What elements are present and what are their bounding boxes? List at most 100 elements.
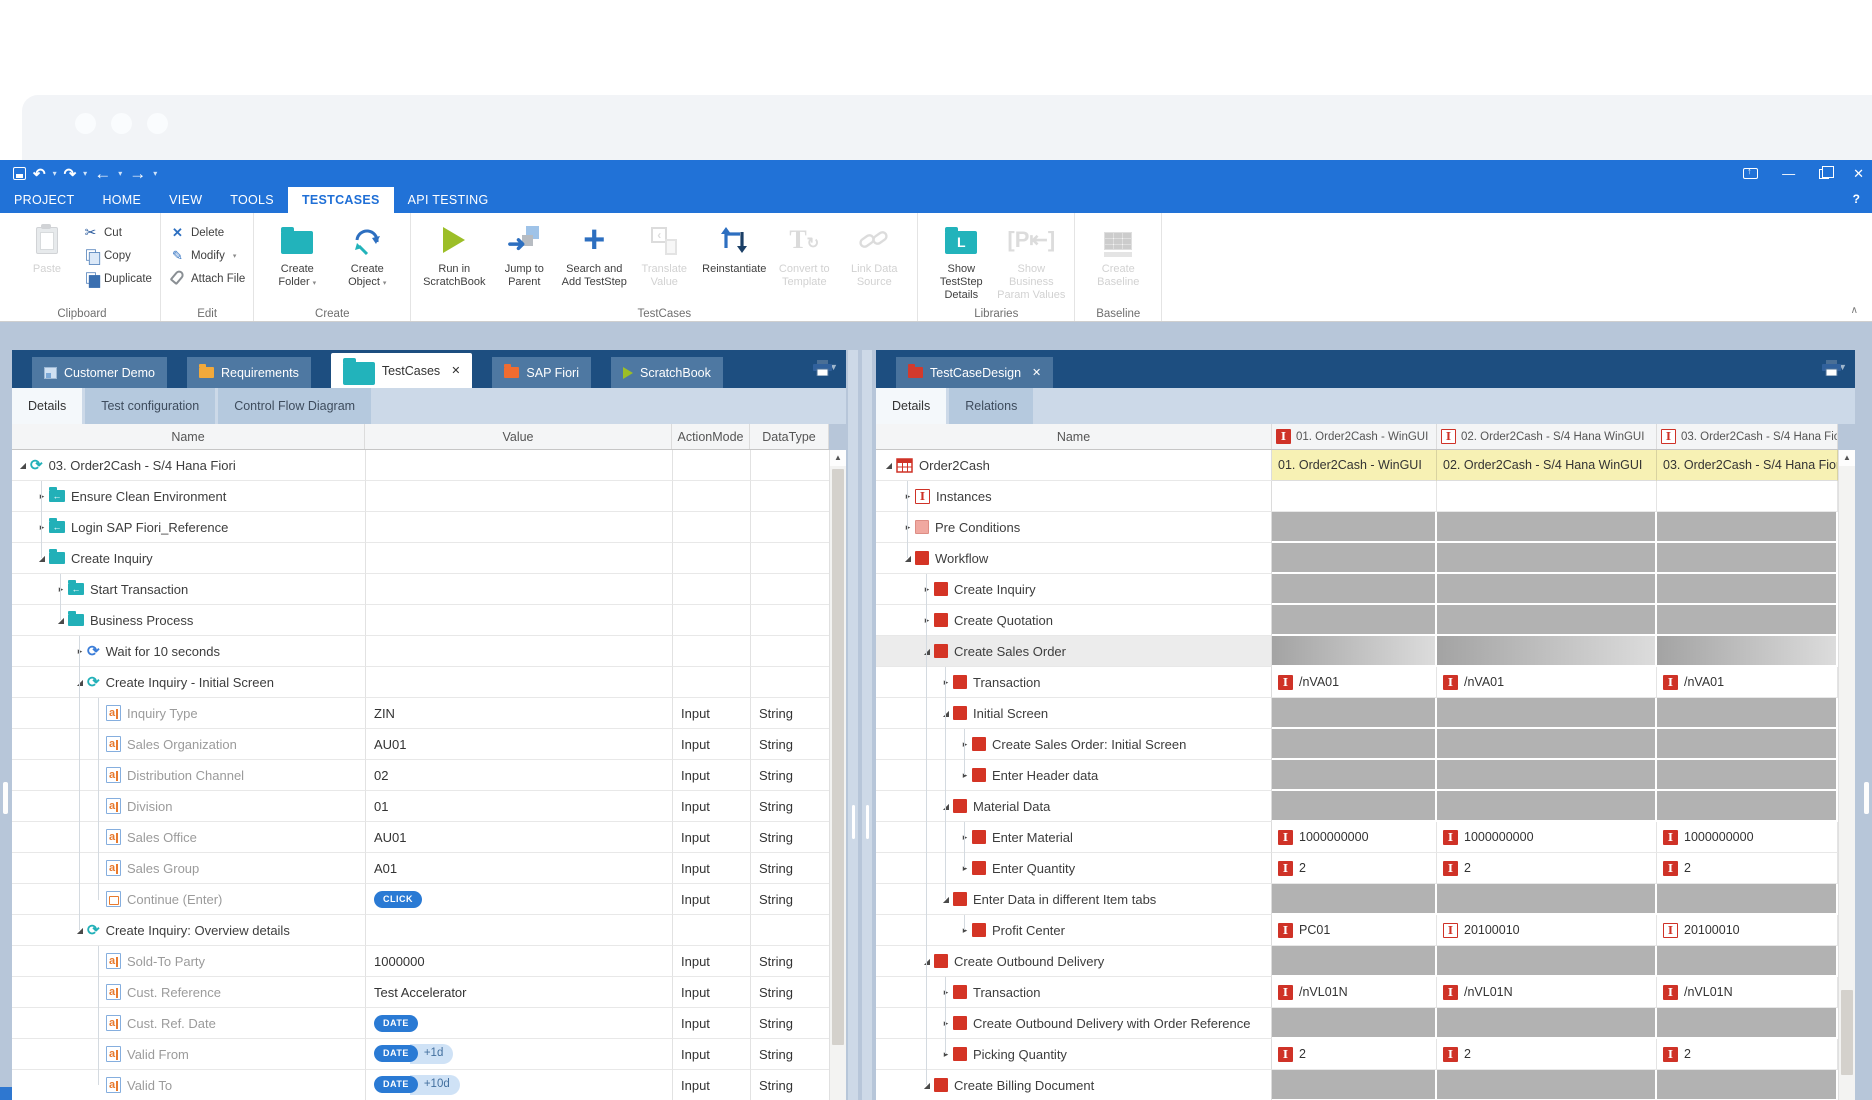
instance-column-header[interactable]: I03. Order2Cash - S/4 Hana Fiori — [1657, 424, 1838, 449]
instance-value-cell[interactable] — [1272, 1008, 1437, 1039]
testsheet-tree-row[interactable]: ▸TransactionI/nVL01NI/nVL01NI/nVL01N — [876, 977, 1838, 1008]
testsheet-tree-row[interactable]: ◢Enter Data in different Item tabs — [876, 884, 1838, 915]
instance-value-cell[interactable]: I/nVL01N — [1657, 977, 1838, 1008]
value-cell[interactable] — [365, 512, 672, 543]
instance-value-cell[interactable] — [1437, 946, 1657, 977]
expander-collapsed-icon[interactable]: ▸ — [958, 739, 972, 750]
subtab-details[interactable]: Details — [12, 388, 82, 424]
actionmode-cell[interactable]: Input — [672, 760, 750, 791]
testsheet-tree-row[interactable]: ▸Create Inquiry — [876, 574, 1838, 605]
testsheet-tree-row[interactable]: ▸Pre Conditions — [876, 512, 1838, 543]
value-cell[interactable]: DATE — [365, 1008, 672, 1039]
value-cell[interactable] — [365, 481, 672, 512]
restore-icon[interactable] — [1819, 169, 1829, 179]
instance-value-cell[interactable] — [1657, 1070, 1838, 1100]
instance-value-cell[interactable] — [1272, 946, 1437, 977]
expander-expanded-icon[interactable]: ◢ — [939, 709, 953, 718]
value-cell[interactable]: ZIN — [365, 698, 672, 729]
instance-value-cell[interactable] — [1437, 1008, 1657, 1039]
menu-tab-testcases[interactable]: TESTCASES — [288, 187, 394, 213]
document-tab-testcasedesign[interactable]: TestCaseDesign✕ — [896, 357, 1053, 388]
value-cell[interactable] — [365, 667, 672, 698]
expander-expanded-icon[interactable]: ◢ — [939, 802, 953, 811]
instance-value-cell[interactable] — [1272, 574, 1437, 605]
ribbon-button-show-business-param-values[interactable]: [P⇤]Show Business Param Values — [996, 217, 1066, 302]
expander-collapsed-icon[interactable]: ▸ — [939, 987, 953, 998]
instance-value-cell[interactable] — [1657, 574, 1838, 605]
expander-expanded-icon[interactable]: ◢ — [35, 554, 49, 563]
value-cell[interactable] — [365, 450, 672, 481]
value-cell[interactable]: 02 — [365, 760, 672, 791]
ribbon-button-link-data-source[interactable]: Link Data Source — [839, 217, 909, 289]
instance-value-cell[interactable] — [1272, 791, 1437, 822]
expander-collapsed-icon[interactable]: ▸ — [920, 615, 934, 626]
instance-value-cell[interactable]: I2 — [1657, 1039, 1838, 1070]
actionmode-cell[interactable] — [672, 481, 750, 512]
instance-value-cell[interactable] — [1657, 729, 1838, 760]
actionmode-cell[interactable] — [672, 605, 750, 636]
ribbon-button-show-teststep-details[interactable]: LShow TestStep Details — [926, 217, 996, 302]
datatype-cell[interactable]: String — [750, 853, 829, 884]
document-tab-customer-demo[interactable]: Customer Demo — [32, 357, 167, 388]
subtab-relations[interactable]: Relations — [949, 388, 1033, 424]
instance-value-cell[interactable] — [1657, 1008, 1838, 1039]
actionmode-cell[interactable] — [672, 574, 750, 605]
panel-splitter[interactable] — [846, 350, 876, 1100]
testcase-tree-row[interactable]: aValid From DATE+1d Input String — [12, 1039, 829, 1070]
instance-value-cell[interactable]: I2 — [1657, 853, 1838, 884]
instance-value-cell[interactable] — [1657, 636, 1838, 667]
expander-collapsed-icon[interactable]: ▸ — [939, 677, 953, 688]
actionmode-cell[interactable] — [672, 543, 750, 574]
expander-expanded-icon[interactable]: ◢ — [939, 895, 953, 904]
ribbon-button-copy[interactable]: Copy — [82, 246, 152, 265]
instance-value-cell[interactable] — [1437, 481, 1657, 512]
testcase-tree-row[interactable]: ▸←Ensure Clean Environment — [12, 481, 829, 512]
value-cell[interactable]: Test Accelerator — [365, 977, 672, 1008]
testsheet-tree-row[interactable]: ▸IInstances — [876, 481, 1838, 512]
instance-value-cell[interactable] — [1437, 698, 1657, 729]
expander-collapsed-icon[interactable]: ▸ — [958, 863, 972, 874]
subtab-details[interactable]: Details — [876, 388, 946, 424]
actionmode-cell[interactable]: Input — [672, 729, 750, 760]
actionmode-cell[interactable]: Input — [672, 884, 750, 915]
value-cell[interactable]: AU01 — [365, 822, 672, 853]
menu-tab-view[interactable]: VIEW — [155, 187, 216, 213]
collapse-ribbon-icon[interactable]: ∧ — [1851, 305, 1858, 316]
expander-collapsed-icon[interactable]: ▸ — [920, 584, 934, 595]
testcase-tree-row[interactable]: ▸←Login SAP Fiori_Reference — [12, 512, 829, 543]
value-cell[interactable] — [365, 915, 672, 946]
testcase-tree-row[interactable]: aDistribution Channel 02 Input String — [12, 760, 829, 791]
testcase-tree-row[interactable]: ▸⟳Wait for 10 seconds — [12, 636, 829, 667]
expander-collapsed-icon[interactable]: ▸ — [54, 584, 68, 595]
column-header-actionmode[interactable]: ActionMode — [672, 424, 750, 449]
instance-value-cell[interactable] — [1657, 605, 1838, 636]
instance-value-cell[interactable] — [1437, 636, 1657, 667]
datatype-cell[interactable] — [750, 481, 829, 512]
testsheet-tree-row[interactable]: ◢Initial Screen — [876, 698, 1838, 729]
expander-expanded-icon[interactable]: ◢ — [901, 554, 915, 563]
testcase-tree-row[interactable]: aInquiry Type ZIN Input String — [12, 698, 829, 729]
instance-value-cell[interactable]: I1000000000 — [1437, 822, 1657, 853]
actionmode-cell[interactable]: Input — [672, 853, 750, 884]
minimize-icon[interactable]: — — [1782, 166, 1795, 181]
right-vertical-scrollbar[interactable]: ▲ — [1838, 450, 1855, 1100]
actionmode-cell[interactable] — [672, 915, 750, 946]
instance-value-cell[interactable] — [1272, 698, 1437, 729]
instance-column-header[interactable]: I01. Order2Cash - WinGUI — [1272, 424, 1437, 449]
ribbon-button-attach-file[interactable]: Attach File — [169, 269, 245, 288]
datatype-cell[interactable]: String — [750, 791, 829, 822]
instance-value-cell[interactable]: I20100010 — [1437, 915, 1657, 946]
left-vertical-scrollbar[interactable]: ▲ — [829, 450, 846, 1100]
instance-value-cell[interactable] — [1657, 481, 1838, 512]
value-cell[interactable] — [365, 636, 672, 667]
instance-value-cell[interactable] — [1272, 636, 1437, 667]
close-tab-icon[interactable]: ✕ — [1032, 366, 1041, 379]
instance-value-cell[interactable]: I2 — [1437, 853, 1657, 884]
ribbon-button-translate-value[interactable]: ‹Translate Value — [629, 217, 699, 289]
instance-value-cell[interactable] — [1437, 574, 1657, 605]
actionmode-cell[interactable]: Input — [672, 1039, 750, 1070]
testcase-tree-row[interactable]: ◢Create Inquiry — [12, 543, 829, 574]
testsheet-tree-row[interactable]: ▸TransactionI/nVA01I/nVA01I/nVA01 — [876, 667, 1838, 698]
actionmode-cell[interactable]: Input — [672, 946, 750, 977]
instance-value-cell[interactable] — [1437, 760, 1657, 791]
